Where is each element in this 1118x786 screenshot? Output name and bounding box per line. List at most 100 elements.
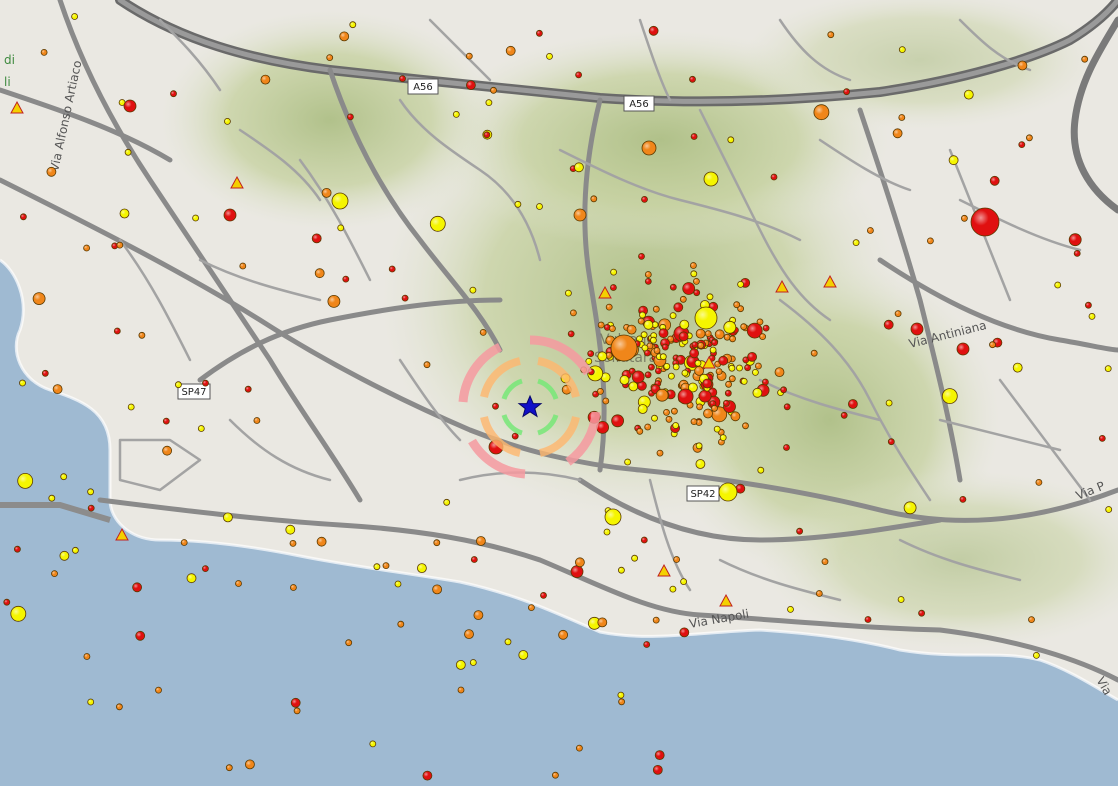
earthquake-marker-icon[interactable] [505, 45, 516, 56]
earthquake-marker-icon[interactable] [650, 336, 657, 344]
earthquake-marker-icon[interactable] [3, 598, 11, 606]
earthquake-marker-icon[interactable] [690, 133, 698, 140]
earthquake-marker-icon[interactable] [728, 375, 736, 383]
earthquake-marker-icon[interactable] [540, 592, 547, 599]
earthquake-marker-icon[interactable] [624, 458, 631, 466]
earthquake-marker-icon[interactable] [652, 616, 660, 624]
earthquake-marker-icon[interactable] [326, 54, 334, 61]
earthquake-marker-icon[interactable] [690, 270, 698, 278]
earthquake-marker-icon[interactable] [116, 703, 123, 711]
earthquake-marker-icon[interactable] [528, 604, 535, 611]
earthquake-marker-icon[interactable] [321, 187, 332, 198]
earthquake-marker-icon[interactable] [723, 399, 730, 407]
earthquake-marker-icon[interactable] [796, 527, 803, 535]
earthquake-marker-icon[interactable] [469, 659, 477, 666]
earthquake-marker-icon[interactable] [780, 386, 787, 394]
earthquake-marker-icon[interactable] [290, 697, 301, 708]
earthquake-marker-icon[interactable] [631, 370, 645, 384]
earthquake-marker-icon[interactable] [885, 399, 893, 407]
earthquake-marker-icon[interactable] [610, 334, 638, 362]
earthquake-marker-icon[interactable] [733, 301, 741, 309]
earthquake-marker-icon[interactable] [432, 584, 443, 595]
earthquake-marker-icon[interactable] [546, 53, 553, 60]
earthquake-marker-icon[interactable] [59, 550, 70, 561]
earthquake-marker-icon[interactable] [327, 294, 341, 308]
earthquake-marker-icon[interactable] [643, 641, 651, 648]
earthquake-marker-icon[interactable] [706, 293, 714, 301]
earthquake-marker-icon[interactable] [339, 31, 350, 42]
earthquake-marker-icon[interactable] [116, 241, 124, 249]
earthquake-marker-icon[interactable] [1035, 478, 1043, 486]
earthquake-marker-icon[interactable] [744, 364, 751, 372]
earthquake-marker-icon[interactable] [1012, 362, 1023, 373]
earthquake-marker-icon[interactable] [787, 606, 794, 613]
earthquake-marker-icon[interactable] [610, 284, 617, 291]
earthquake-marker-icon[interactable] [659, 353, 667, 361]
earthquake-marker-icon[interactable] [668, 372, 675, 380]
earthquake-marker-icon[interactable] [469, 286, 477, 294]
earthquake-marker-icon[interactable] [225, 764, 233, 772]
earthquake-marker-icon[interactable] [679, 295, 687, 303]
earthquake-marker-icon[interactable] [1081, 55, 1089, 63]
earthquake-marker-icon[interactable] [174, 381, 182, 389]
earthquake-marker-icon[interactable] [704, 330, 712, 338]
earthquake-marker-icon[interactable] [618, 698, 625, 706]
earthquake-marker-icon[interactable] [864, 616, 872, 623]
earthquake-marker-icon[interactable] [244, 385, 252, 393]
earthquake-marker-icon[interactable] [186, 573, 197, 584]
earthquake-marker-icon[interactable] [490, 86, 497, 94]
earthquake-marker-icon[interactable] [416, 563, 427, 573]
earthquake-marker-icon[interactable] [680, 578, 687, 585]
earthquake-marker-icon[interactable] [681, 369, 689, 377]
earthquake-marker-icon[interactable] [651, 414, 658, 422]
earthquake-marker-icon[interactable] [1017, 60, 1028, 71]
earthquake-marker-icon[interactable] [162, 445, 173, 456]
earthquake-marker-icon[interactable] [840, 411, 848, 419]
earthquake-marker-icon[interactable] [617, 691, 625, 699]
earthquake-marker-icon[interactable] [40, 49, 48, 56]
earthquake-marker-icon[interactable] [641, 195, 648, 203]
earthquake-marker-icon[interactable] [201, 565, 209, 572]
earthquake-marker-icon[interactable] [903, 501, 917, 515]
earthquake-marker-icon[interactable] [690, 262, 697, 269]
earthquake-marker-icon[interactable] [883, 319, 894, 330]
earthquake-marker-icon[interactable] [673, 556, 680, 563]
earthquake-marker-icon[interactable] [192, 214, 200, 222]
earthquake-marker-icon[interactable] [253, 417, 261, 424]
earthquake-marker-icon[interactable] [470, 556, 478, 563]
earthquake-marker-icon[interactable] [892, 128, 903, 139]
earthquake-marker-icon[interactable] [473, 610, 484, 620]
earthquake-marker-icon[interactable] [644, 277, 652, 285]
earthquake-marker-icon[interactable] [736, 364, 743, 372]
earthquake-marker-icon[interactable] [691, 341, 699, 349]
earthquake-marker-icon[interactable] [597, 321, 605, 329]
earthquake-marker-icon[interactable] [729, 335, 736, 343]
earthquake-marker-icon[interactable] [694, 359, 702, 367]
earthquake-marker-icon[interactable] [603, 528, 611, 536]
earthquake-marker-icon[interactable] [637, 404, 648, 414]
earthquake-marker-icon[interactable] [638, 252, 645, 260]
earthquake-marker-icon[interactable] [397, 620, 405, 628]
earthquake-marker-icon[interactable] [574, 162, 584, 173]
earthquake-marker-icon[interactable] [1018, 141, 1026, 149]
earthquake-marker-icon[interactable] [605, 303, 613, 311]
earthquake-marker-icon[interactable] [696, 403, 703, 411]
earthquake-marker-icon[interactable] [898, 46, 906, 53]
earthquake-marker-icon[interactable] [611, 414, 624, 428]
earthquake-marker-icon[interactable] [989, 175, 1000, 186]
earthquake-marker-icon[interactable] [433, 539, 441, 547]
earthquake-marker-icon[interactable] [724, 389, 732, 397]
earthquake-marker-icon[interactable] [970, 207, 1000, 237]
earthquake-marker-icon[interactable] [558, 629, 568, 640]
earthquake-marker-icon[interactable] [162, 417, 170, 425]
earthquake-marker-icon[interactable] [843, 88, 850, 96]
earthquake-marker-icon[interactable] [422, 770, 433, 781]
earthquake-marker-icon[interactable] [757, 466, 765, 474]
earthquake-marker-icon[interactable] [289, 540, 297, 547]
earthquake-marker-icon[interactable] [961, 214, 968, 222]
earthquake-marker-icon[interactable] [679, 319, 690, 330]
earthquake-marker-icon[interactable] [742, 422, 749, 430]
earthquake-marker-icon[interactable] [346, 113, 354, 121]
earthquake-marker-icon[interactable] [694, 365, 704, 376]
earthquake-marker-icon[interactable] [604, 508, 622, 526]
